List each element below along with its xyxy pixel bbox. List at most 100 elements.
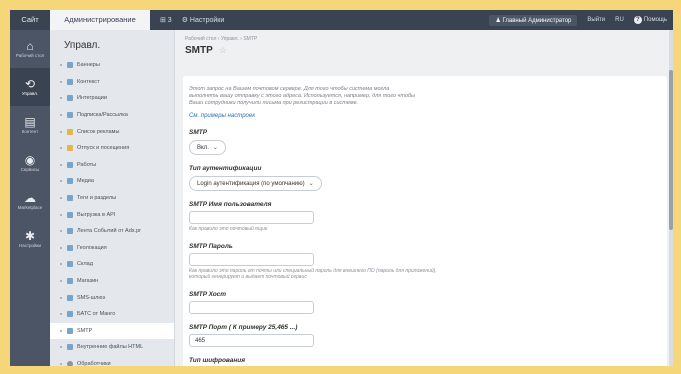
breadcrumb[interactable]: Рабочий стол › Управл. › SMTP: [175, 30, 673, 42]
gear-icon: [67, 360, 73, 366]
content-icon: ▤: [24, 115, 36, 129]
menu-item[interactable]: Подписка/Рассылка: [50, 107, 174, 124]
menu-item[interactable]: Лента Событий от Ads.pr: [50, 223, 174, 240]
smtp-select[interactable]: Вкл. ⌄: [189, 140, 226, 155]
tab-admin[interactable]: Администрирование: [50, 10, 150, 30]
top-tools: ⊞ 3 ⚙ Настройки: [160, 10, 224, 30]
bullet-icon: [60, 64, 62, 67]
menu-item[interactable]: Выгрузка в API: [50, 206, 174, 223]
nav-marketplace-label: Marketplace: [17, 205, 43, 210]
nav-marketplace[interactable]: ☁ Marketplace: [10, 182, 50, 220]
bullet-icon: [60, 362, 62, 365]
menu-item-label: Список рекламы: [77, 128, 120, 135]
manage-icon: ⟲: [24, 77, 36, 91]
smtp-label: SMTP: [189, 129, 208, 136]
menu-item-label: Медиа: [77, 178, 94, 185]
menu-item-label: Выгрузка в API: [77, 211, 116, 218]
menu-item[interactable]: Теги и разделы: [50, 190, 174, 207]
top-right: ♟ Главный Администратор Выйти RU ? Помощь: [489, 10, 667, 30]
menu-item[interactable]: Медиа: [50, 173, 174, 190]
bullet-icon: [60, 230, 62, 233]
menu-item[interactable]: Внутренние файлы HTML: [50, 339, 174, 356]
intro-text: Этот запрос на Вашем почтовом сервере. Д…: [189, 86, 416, 106]
nav-settings-label: Настройки: [18, 243, 42, 248]
nav-desktop[interactable]: ⌂ Рабочий стол: [10, 30, 50, 68]
menu-item[interactable]: Работы: [50, 157, 174, 174]
favorite-star-icon[interactable]: ☆: [219, 45, 227, 56]
menu-item-label: Подписка/Рассылка: [77, 112, 128, 119]
nav-content[interactable]: ▤ Контент: [10, 106, 50, 144]
menu-item[interactable]: SMS-шлюз: [50, 289, 174, 306]
folder-icon: [67, 128, 73, 135]
auth-type-label: Тип аутентификации: [189, 165, 262, 172]
module-icon: [67, 244, 73, 251]
nav-content-label: Контент: [21, 129, 39, 134]
nav-services-label: Сервисы: [20, 167, 40, 172]
top-bar: Сайт Администрирование ⊞ 3 ⚙ Настройки ♟…: [10, 10, 673, 30]
nav-manage[interactable]: ⟲ Управл.: [10, 68, 50, 106]
menu-item-label: БАТС от Манго: [77, 311, 116, 318]
nav-services[interactable]: ◉ Сервисы: [10, 144, 50, 182]
bullet-icon: [60, 114, 62, 117]
module-icon: [67, 344, 73, 351]
menu-item[interactable]: SMTP: [50, 322, 174, 340]
examples-link[interactable]: См. примеры настроек: [189, 113, 661, 119]
menu-item[interactable]: Список рекламы: [50, 123, 174, 140]
menu-item[interactable]: Магазин: [50, 273, 174, 290]
lang-select[interactable]: RU: [615, 17, 624, 23]
tab-site[interactable]: Сайт: [10, 10, 50, 30]
smtp-user-input[interactable]: [189, 211, 314, 224]
smtp-host-label: SMTP Хост: [189, 290, 227, 298]
bullet-icon: [60, 346, 62, 349]
layers-icon: ◉: [24, 153, 36, 167]
menu-item[interactable]: Геолокация: [50, 240, 174, 257]
menu-item[interactable]: Обработчики: [50, 356, 174, 366]
module-icon: [67, 278, 73, 285]
module-icon: [67, 112, 73, 119]
module-icon: [67, 161, 73, 168]
menu-item-label: Обработчики: [77, 360, 111, 366]
menu-item[interactable]: БАТС от Манго: [50, 306, 174, 323]
logout-link[interactable]: Выйти: [587, 17, 605, 23]
cloud-icon: ☁: [24, 191, 36, 205]
nav-settings[interactable]: ✱ Настройки: [10, 220, 50, 258]
scrollbar-thumb[interactable]: [669, 70, 673, 230]
page-scrollbar[interactable]: [669, 30, 673, 366]
menu-item[interactable]: Контекст: [50, 74, 174, 91]
chevron-down-icon: ⌄: [308, 181, 314, 187]
bullet-icon: [60, 329, 62, 332]
menu-item-label: Контекст: [77, 78, 100, 85]
smtp-password-input[interactable]: [189, 252, 314, 266]
smtp-port-label: SMTP Порт ( К примеру 25,465 ...): [189, 323, 298, 331]
app-window: Сайт Администрирование ⊞ 3 ⚙ Настройки ♟…: [10, 10, 673, 366]
module-icon: [67, 62, 73, 69]
user-menu[interactable]: ♟ Главный Администратор: [489, 14, 578, 26]
bullet-icon: [60, 163, 62, 166]
grid-counter[interactable]: ⊞ 3: [160, 16, 172, 24]
section-menu: Управл. Баннеры Контекст Интеграции Подписк…: [50, 30, 175, 366]
bullet-icon: [60, 313, 62, 316]
menu-item[interactable]: Склад: [50, 256, 174, 273]
menu-item-label: SMS-шлюз: [77, 294, 106, 301]
auth-type-value: Login аутентификация (по умолчанию): [197, 181, 305, 187]
menu-item[interactable]: Отпуск и посещения: [50, 140, 174, 157]
encryption-label: Тип шифрования: [189, 356, 246, 364]
top-tabs: Сайт Администрирование: [10, 10, 150, 30]
help-icon: ?: [633, 16, 642, 24]
module-icon: [67, 228, 73, 235]
menu-item-label: Работы: [77, 161, 97, 168]
bullet-icon: [60, 213, 62, 216]
menu-item[interactable]: Интеграции: [50, 90, 174, 107]
folder-icon: [67, 145, 73, 152]
settings-link[interactable]: ⚙ Настройки: [182, 16, 225, 24]
smtp-host-input[interactable]: [189, 300, 314, 314]
menu-item[interactable]: Баннеры: [50, 57, 174, 74]
home-icon: ⌂: [26, 39, 34, 53]
gear-icon: ✱: [24, 229, 36, 243]
auth-type-select[interactable]: Login аутентификация (по умолчанию) ⌄: [189, 176, 322, 191]
help-button[interactable]: ? Помощь: [633, 16, 667, 24]
smtp-port-input[interactable]: 465: [189, 333, 314, 347]
bullet-icon: [60, 147, 62, 150]
nav-desktop-label: Рабочий стол: [15, 53, 45, 58]
menu-item-label: Отпуск и посещения: [77, 145, 130, 152]
